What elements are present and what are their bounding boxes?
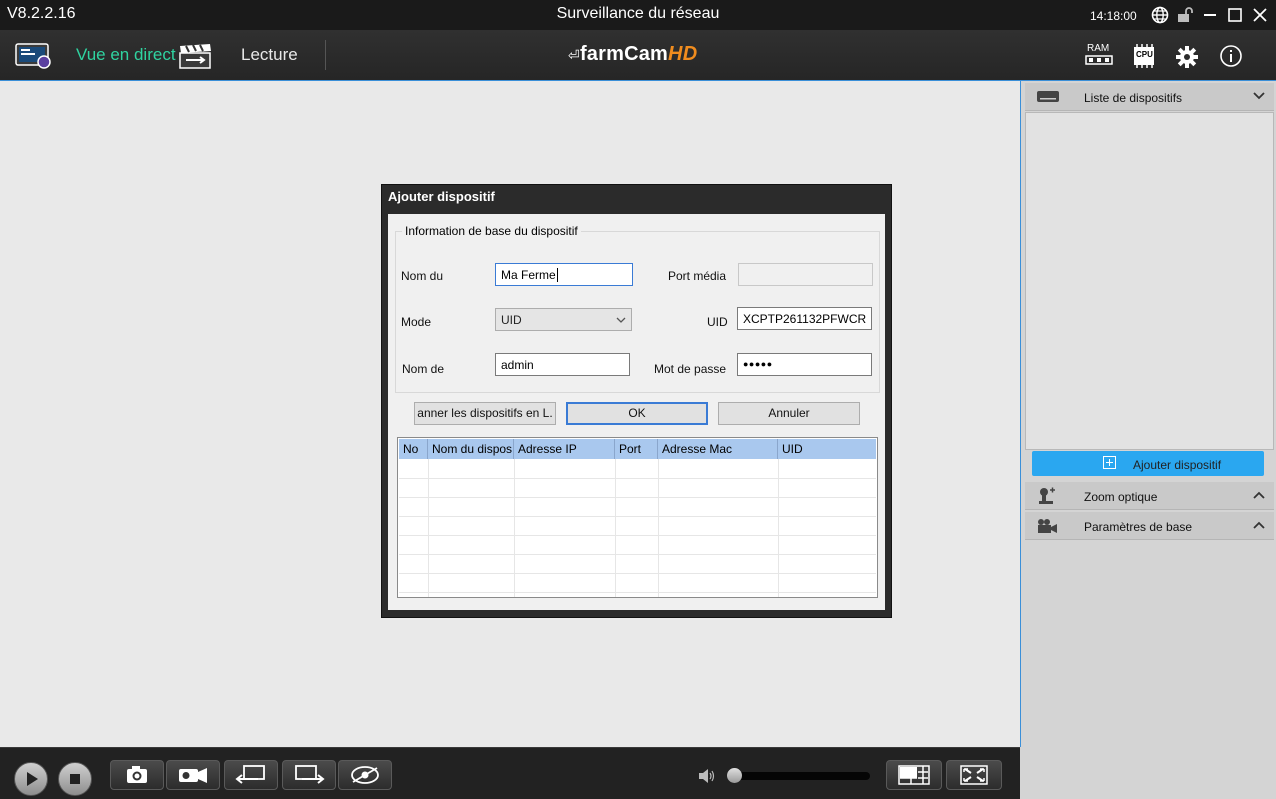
lock-icon[interactable] (1176, 6, 1194, 24)
chevron-up-icon[interactable] (1252, 488, 1266, 502)
video-camera-icon (1038, 519, 1057, 533)
basic-params-header[interactable]: Paramètres de base (1025, 512, 1274, 540)
ram-icon[interactable]: RAM (1085, 43, 1113, 69)
optical-zoom-header[interactable]: Zoom optique (1025, 482, 1274, 510)
tab-live-view[interactable]: Vue en direct (76, 45, 176, 65)
live-view-monitor-icon[interactable] (15, 42, 53, 70)
ptz-camera-icon (1039, 487, 1055, 504)
clock-label: 14:18:00 (1090, 9, 1137, 23)
fullscreen-button[interactable] (946, 760, 1002, 790)
ram-chip-icon (1085, 55, 1113, 65)
text-cursor (556, 268, 558, 282)
add-device-label: Ajouter dispositif (1133, 458, 1222, 472)
gear-icon[interactable] (1175, 45, 1199, 69)
app-logo: ⏎farmCamHD (568, 43, 697, 66)
password-label: Mot de passe (654, 362, 727, 376)
speaker-icon[interactable] (697, 768, 717, 784)
stop-button[interactable] (58, 762, 92, 796)
chevron-down-icon[interactable] (1252, 89, 1266, 103)
camera-icon (127, 766, 147, 783)
globe-icon[interactable] (1151, 6, 1169, 24)
column-header-ip[interactable]: Adresse IP (514, 439, 615, 459)
add-device-dialog: Ajouter dispositif Information de base d… (381, 184, 892, 618)
cycle-eye-icon (351, 766, 379, 784)
basic-params-label: Paramètres de base (1084, 520, 1193, 534)
chevron-down-icon (616, 317, 626, 323)
minimize-icon[interactable] (1201, 6, 1219, 24)
mode-label: Mode (401, 315, 432, 329)
dialog-body: Information de base du dispositif Nom du… (388, 214, 885, 610)
uid-input[interactable]: XCPTP261132PFWCR (737, 307, 872, 330)
play-icon (27, 772, 38, 786)
grid-layout-icon (898, 765, 930, 785)
scan-lan-button[interactable]: anner les dispositifs en L. (414, 402, 556, 425)
dvr-device-icon (1037, 91, 1059, 102)
chevron-up-icon[interactable] (1252, 518, 1266, 532)
logo-main-text: farmCam (579, 43, 669, 65)
window-title: Surveillance du réseau (556, 5, 720, 22)
snapshot-button[interactable] (110, 760, 164, 790)
table-header-row: No Nom du dispos Adresse IP Port Adresse… (399, 439, 876, 459)
previous-button[interactable] (224, 760, 278, 790)
mode-select-value: UID (501, 313, 522, 327)
right-panel: Liste de dispositifs Ajouter dispositif … (1020, 81, 1276, 799)
cpu-icon-label: CPU (1136, 50, 1153, 59)
column-header-mac[interactable]: Adresse Mac (658, 439, 778, 459)
title-bar: V8.2.2.16 Surveillance du réseau 14:18:0… (0, 0, 1276, 30)
record-button[interactable] (166, 760, 220, 790)
mode-select[interactable]: UID (495, 308, 632, 331)
device-name-value: Ma Ferme (501, 268, 556, 282)
device-name-label: Nom du (401, 269, 444, 283)
clapperboard-icon[interactable] (178, 42, 214, 70)
device-list-label: Liste de dispositifs (1084, 91, 1183, 105)
device-list[interactable] (1025, 112, 1274, 450)
next-button[interactable] (282, 760, 336, 790)
add-square-icon (1103, 456, 1116, 469)
right-panel-footer (1020, 747, 1276, 799)
dialog-title: Ajouter dispositif (388, 189, 495, 204)
bottom-controls-bar (0, 747, 1020, 799)
column-header-uid[interactable]: UID (778, 439, 876, 459)
cycle-view-button[interactable] (338, 760, 392, 790)
cancel-button[interactable]: Annuler (718, 402, 860, 425)
arrow-right-icon (295, 765, 325, 784)
fullscreen-icon (960, 765, 988, 785)
logo-mark-icon: ⏎ (568, 47, 580, 63)
cpu-icon[interactable]: CPU (1131, 44, 1157, 68)
password-input[interactable]: ●●●●● (737, 353, 872, 376)
tab-playback[interactable]: Lecture (241, 45, 298, 65)
arrow-left-icon (235, 765, 265, 784)
username-label: Nom de (402, 362, 445, 376)
toolbar-divider (325, 40, 326, 70)
group-title: Information de base du dispositif (402, 224, 581, 238)
column-header-port[interactable]: Port (615, 439, 658, 459)
volume-slider-track[interactable] (732, 772, 870, 780)
stop-icon (70, 774, 80, 784)
device-name-input[interactable]: Ma Ferme (495, 263, 633, 286)
ok-button[interactable]: OK (566, 402, 708, 425)
media-port-label: Port média (668, 269, 727, 283)
device-list-header[interactable]: Liste de dispositifs (1025, 83, 1274, 111)
add-device-button[interactable]: Ajouter dispositif (1032, 451, 1264, 476)
video-record-icon (179, 768, 207, 783)
username-input[interactable]: admin (495, 353, 630, 376)
ram-icon-label: RAM (1087, 43, 1110, 54)
maximize-icon[interactable] (1226, 6, 1244, 24)
close-icon[interactable] (1251, 6, 1269, 24)
media-port-input[interactable] (738, 263, 873, 286)
logo-hd-text: HD (668, 43, 698, 65)
column-header-no[interactable]: No (399, 439, 428, 459)
scan-results-table[interactable]: No Nom du dispos Adresse IP Port Adresse… (397, 437, 878, 598)
layout-button[interactable] (886, 760, 942, 790)
uid-label: UID (707, 315, 728, 329)
play-button[interactable] (14, 762, 48, 796)
column-header-device-name[interactable]: Nom du dispos (428, 439, 514, 459)
main-toolbar: Vue en direct Lecture ⏎farmCamHD RAM CPU (0, 30, 1276, 81)
volume-slider-handle[interactable] (727, 768, 742, 783)
info-icon[interactable] (1219, 44, 1243, 68)
optical-zoom-label: Zoom optique (1084, 490, 1158, 504)
table-grid (399, 459, 876, 597)
